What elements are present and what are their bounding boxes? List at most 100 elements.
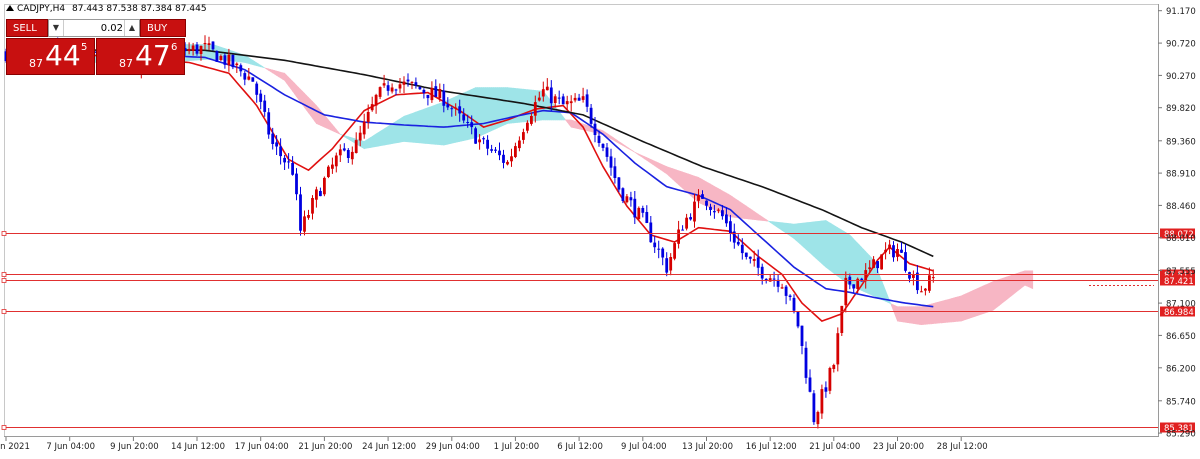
time-tick-label: 6 Jul 12:00 [557, 442, 603, 452]
candle-body [323, 178, 326, 194]
time-tick-label: 17 Jun 04:00 [235, 442, 289, 452]
candle-body [705, 201, 708, 206]
chart-area[interactable]: 88.07287.51187.42186.98485.381 91.17090.… [0, 0, 1200, 455]
candle-body [562, 96, 565, 104]
candle-body [681, 230, 684, 231]
lot-size-input[interactable] [65, 20, 123, 36]
candle-body [454, 108, 457, 109]
candle-body [697, 195, 700, 201]
candle-body [379, 87, 382, 97]
candle-body [633, 199, 636, 218]
candle-body [725, 215, 728, 224]
lot-size-stepper[interactable]: ▼ ▲ [48, 19, 140, 37]
candle-body [442, 91, 445, 106]
candle-body [737, 242, 740, 245]
candle-body [224, 55, 227, 65]
candle-body [661, 249, 664, 258]
candle-body [904, 252, 907, 271]
price-tick-label: 90.720 [1166, 40, 1196, 50]
candle-body [212, 42, 215, 50]
candle-body [518, 141, 521, 149]
sell-price-fraction: 5 [81, 42, 87, 53]
candle-body [287, 161, 290, 162]
candle-body [920, 291, 923, 292]
candle-body [299, 194, 302, 230]
candle-body [494, 150, 497, 151]
candle-body [450, 108, 453, 109]
candle-body [510, 156, 513, 161]
time-tick-label: 16 Jul 12:00 [746, 442, 797, 452]
time-tick-label: 2 Jun 2021 [0, 442, 30, 452]
candle-body [809, 378, 812, 392]
time-tick-label: 9 Jun 20:00 [110, 442, 159, 452]
candle-body [434, 86, 437, 97]
candle-body [840, 306, 843, 333]
sell-price-button[interactable]: 87 44 5 [6, 38, 95, 75]
candle-body [506, 162, 509, 165]
candle-body [797, 312, 800, 326]
candle-body [522, 132, 525, 140]
chevron-down-icon[interactable]: ▼ [49, 20, 64, 36]
buy-price-fraction: 6 [171, 42, 177, 53]
candle-body [486, 140, 489, 149]
level-anchor-handle [2, 279, 6, 283]
candle-body [761, 267, 764, 279]
chevron-up-icon[interactable]: ▲ [124, 20, 139, 36]
candle-body [247, 77, 250, 80]
buy-price-pips: 47 [135, 40, 171, 72]
candle-body [319, 191, 322, 196]
candle-body [263, 101, 266, 112]
candle-body [251, 77, 254, 81]
candle-body [220, 56, 223, 60]
candle-body [327, 167, 330, 177]
candle-body [446, 104, 449, 107]
time-tick-label: 14 Jun 12:00 [171, 442, 225, 452]
candle-body [637, 208, 640, 219]
price-tick-label: 86.200 [1166, 364, 1196, 374]
candle-body [530, 116, 533, 124]
candle-body [363, 122, 366, 135]
candle-body [864, 270, 867, 281]
candle-body [514, 146, 517, 157]
candle-body [872, 259, 875, 268]
candle-body [677, 230, 680, 244]
candle-body [781, 287, 784, 288]
candle-body [331, 165, 334, 169]
candle-body [279, 147, 282, 157]
candle-body [192, 46, 195, 52]
candle-body [411, 82, 414, 83]
buy-button[interactable]: BUY [140, 19, 186, 37]
candle-body [558, 98, 561, 99]
candle-body [419, 87, 422, 89]
candle-body [339, 149, 342, 155]
candle-body [534, 102, 537, 116]
sell-button[interactable]: SELL [6, 19, 48, 37]
candle-body [431, 88, 434, 100]
candle-body [335, 156, 338, 167]
time-tick-label: 21 Jul 04:00 [809, 442, 860, 452]
candle-body [586, 94, 589, 106]
candle-body [466, 122, 469, 123]
time-tick-label: 9 Jul 04:00 [621, 442, 667, 452]
buy-price-button[interactable]: 87 47 6 [96, 38, 185, 75]
candle-body [729, 221, 732, 233]
candle-body [789, 296, 792, 297]
candle-body [689, 217, 692, 219]
buy-price-prefix: 87 [119, 57, 133, 70]
level-anchor-handle [2, 273, 6, 277]
candle-body [932, 277, 935, 278]
time-tick-label: 29 Jun 04:00 [426, 442, 480, 452]
time-tick-label: 1 Jul 20:00 [494, 442, 540, 452]
candle-body [598, 136, 601, 143]
candle-body [649, 223, 652, 243]
candle-body [578, 98, 581, 101]
candle-body [924, 289, 927, 291]
price-tick-label: 88.910 [1166, 170, 1196, 180]
candle-body [896, 249, 899, 257]
candle-body [243, 73, 246, 80]
candle-body [832, 365, 835, 369]
candle-body [307, 215, 310, 218]
candle-body [876, 261, 879, 268]
candle-body [793, 298, 796, 311]
candle-body [669, 257, 672, 271]
